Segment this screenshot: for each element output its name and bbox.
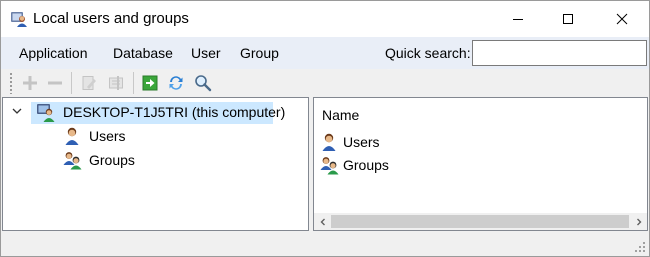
computer-users-icon (37, 104, 55, 122)
list-item-label: Groups (343, 157, 389, 173)
add-button[interactable] (19, 72, 41, 94)
menu-group[interactable]: Group (240, 45, 279, 61)
app-window: Local users and groups Application Datab… (0, 0, 650, 257)
title-bar[interactable]: Local users and groups (1, 1, 649, 37)
export-button[interactable] (139, 72, 161, 94)
toolbar-separator (71, 72, 72, 94)
menu-bar: Application Database User Group Quick se… (1, 37, 649, 69)
minimize-icon (513, 19, 523, 20)
search-icon (195, 75, 212, 92)
tree-node-users-label[interactable]: Users (89, 128, 126, 144)
refresh-icon (169, 76, 183, 90)
toolbar-separator (133, 72, 134, 94)
edit-icon (82, 76, 96, 90)
chevron-left-icon (320, 218, 325, 225)
menu-application[interactable]: Application (19, 45, 88, 61)
properties-icon (109, 76, 123, 90)
window-title: Local users and groups (33, 10, 189, 27)
close-icon (616, 13, 628, 25)
tree-node-groups-label[interactable]: Groups (89, 152, 135, 168)
scroll-left-button[interactable] (314, 213, 331, 230)
user-icon (65, 127, 79, 145)
list-item-users[interactable]: Users (320, 131, 520, 153)
status-bar (1, 231, 649, 256)
search-button[interactable] (192, 72, 214, 94)
toolbar-grip[interactable] (9, 72, 13, 94)
export-icon (142, 75, 158, 91)
plus-icon (23, 76, 37, 90)
app-users-icon (11, 12, 27, 27)
quick-search-input[interactable] (472, 40, 647, 66)
tree-node-computer-label: DESKTOP-T1J5TRI (this computer) (63, 104, 286, 120)
tree-pane[interactable]: DESKTOP-T1J5TRI (this computer) Users Gr… (2, 97, 309, 231)
horizontal-scrollbar[interactable] (314, 213, 647, 230)
user-icon (322, 133, 336, 151)
chevron-down-icon[interactable] (11, 106, 23, 116)
group-icon (63, 152, 82, 170)
scroll-right-button[interactable] (630, 213, 647, 230)
menu-user[interactable]: User (191, 45, 221, 61)
quick-search-label: Quick search: (385, 45, 471, 61)
maximize-icon (563, 14, 573, 24)
minus-icon (48, 81, 62, 85)
remove-button[interactable] (44, 72, 66, 94)
resize-grip-icon[interactable] (634, 241, 646, 253)
menu-database[interactable]: Database (113, 45, 173, 61)
group-icon (320, 157, 339, 175)
list-item-label: Users (343, 134, 380, 150)
edit-button[interactable] (78, 72, 100, 94)
refresh-button[interactable] (165, 72, 187, 94)
chevron-right-icon (636, 218, 641, 225)
maximize-button[interactable] (545, 1, 591, 37)
minimize-button[interactable] (495, 1, 541, 37)
list-pane[interactable]: Name Users Groups (313, 97, 648, 231)
list-item-groups[interactable]: Groups (320, 154, 520, 176)
scrollbar-thumb[interactable] (331, 215, 629, 228)
column-header-name[interactable]: Name (322, 107, 359, 123)
close-button[interactable] (599, 1, 645, 37)
properties-button[interactable] (105, 72, 127, 94)
toolbar (1, 69, 649, 97)
